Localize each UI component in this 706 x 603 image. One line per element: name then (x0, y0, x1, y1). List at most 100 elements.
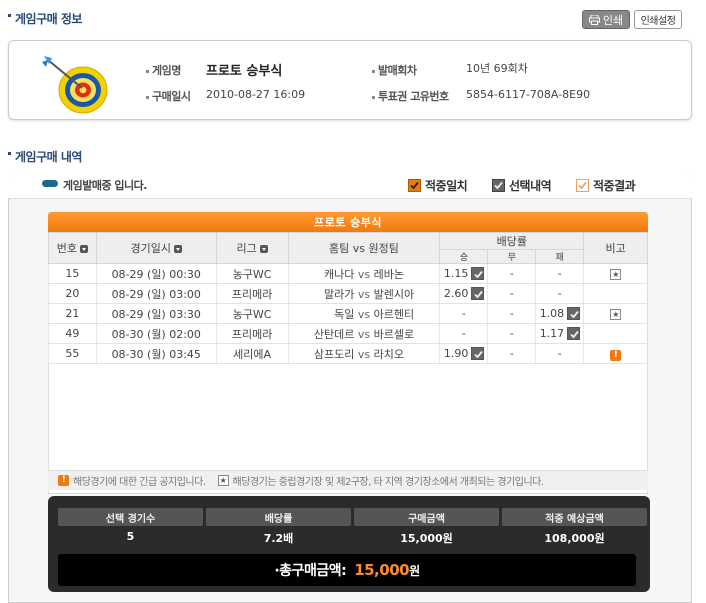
row-datetime: 08-30 (월) 03:45 (95, 343, 217, 364)
row-datetime: 08-29 (일) 03:00 (95, 283, 217, 304)
odds-label: 배당률 (206, 508, 351, 526)
purchase-amount-label: 구매금액 (354, 508, 499, 526)
col-datetime[interactable]: 경기일시 (95, 232, 217, 264)
game-name-label: 게임명 (146, 62, 181, 78)
row-no: 55 (48, 343, 97, 364)
table-row: 55 08-30 (월) 03:45 세리에A 삼프도리 vs 라치오 1.90- -! (48, 343, 648, 364)
title-bullet (8, 14, 11, 17)
notice-bar: ! 해당경기에 대한 긴급 공지입니다. ★ 해당경기는 중립경기장 및 제2구… (48, 470, 648, 490)
hit-result-checkbox-icon (576, 179, 589, 192)
target-icon (42, 56, 108, 114)
odds-win: - (439, 303, 488, 324)
printer-icon (588, 14, 600, 25)
col-draw: 무 (487, 249, 537, 264)
odds-draw: - (487, 263, 536, 284)
odds-draw: - (487, 303, 536, 324)
row-datetime: 08-29 (일) 03:30 (95, 303, 217, 324)
odds-lose: - (535, 263, 584, 284)
odds-draw: - (487, 283, 536, 304)
print-label: 인쇄 (602, 13, 624, 27)
row-league: 세리에A (215, 343, 289, 364)
round-label: 발매회차 (372, 62, 417, 78)
notice-star-text: 해당경기는 중립경기장 및 제2구장, 타 지역 경기장소에서 개최되는 경기입… (232, 477, 545, 488)
col-match: 홈팀 vs 원정팀 (287, 232, 441, 264)
ticket-id-label: 투표권 고유번호 (372, 88, 449, 104)
purchase-date: 2010-08-27 16:09 (206, 88, 306, 101)
selected-count: 5 (126, 530, 135, 543)
game-name: 프로토 승부식 (206, 64, 283, 79)
row-match: 삼프도리 vs 라치오 (287, 343, 440, 364)
selected-check-icon (567, 327, 581, 340)
status-text: 게임발매중 입니다. (63, 179, 147, 192)
purchase-list-title: 게임구매 내역 (8, 148, 82, 165)
total-unit: 원 (409, 564, 420, 578)
row-note: ! (583, 343, 648, 364)
col-league[interactable]: 리그 (215, 232, 289, 264)
total-amount: 15,000 (354, 561, 410, 579)
purchase-date-label: 구매일시 (146, 88, 191, 104)
odds-lose: - (535, 343, 584, 364)
row-datetime: 08-30 (월) 02:00 (95, 323, 217, 344)
match-table: 번호 경기일시 리그 홈팀 vs 원정팀 배당률 비고 승 무 패 15 08-2… (48, 232, 648, 364)
table-title: 프로토 승부식 (48, 212, 648, 232)
print-button[interactable]: 인쇄 (582, 10, 630, 29)
row-no: 15 (48, 263, 97, 284)
col-odds: 배당률 (439, 232, 585, 250)
row-league: 프리메라 (215, 323, 289, 344)
warning-icon[interactable]: ! (610, 349, 622, 361)
row-note: ★ (583, 303, 648, 324)
col-win: 승 (439, 249, 489, 264)
row-no: 49 (48, 323, 97, 344)
purchase-amount: 15,000원 (400, 532, 453, 545)
legend-selection: 선택내역 (492, 177, 552, 194)
round-value: 10년 69회차 (466, 62, 528, 75)
row-note (583, 283, 648, 304)
print-settings-button[interactable]: 인쇄설정 (634, 10, 682, 29)
selected-check-icon (471, 347, 485, 360)
star-icon: ★ (610, 269, 622, 280)
odds-win: 1.15 (439, 263, 488, 284)
selected-check-icon (567, 307, 581, 320)
title-bullet (8, 152, 11, 155)
row-no: 21 (48, 303, 97, 324)
col-no[interactable]: 번호 (48, 232, 97, 264)
table-row: 15 08-29 (일) 00:30 농구WC 캐나다 vs 레바논 1.15- - ★ (48, 263, 648, 284)
row-match: 말라가 vs 발렌시아 (287, 283, 440, 304)
table-row: 49 08-30 (월) 02:00 프리메라 산탄데르 vs 바르셀로 - -1.17 (48, 323, 648, 344)
status-indicator-icon (42, 180, 58, 187)
ticket-id: 5854-6117-708A-8E90 (466, 88, 591, 101)
sort-icon[interactable] (173, 245, 182, 253)
legend-hit-match: 적중일치 (408, 177, 468, 194)
selected-count-label: 선택 경기수 (58, 508, 203, 526)
odds-lose: 1.08 (535, 303, 584, 324)
expected-amount-label: 적중 예상금액 (502, 508, 647, 526)
selection-checkbox-icon (492, 179, 505, 192)
table-row: 21 08-29 (일) 03:30 농구WC 독일 vs 아르헨티 - -1.08 ★ (48, 303, 648, 324)
sort-icon[interactable] (259, 245, 268, 253)
row-note: ★ (583, 263, 648, 284)
col-note: 비고 (583, 232, 648, 264)
row-no: 20 (48, 283, 97, 304)
odds-lose: - (535, 283, 584, 304)
star-icon: ★ (610, 309, 622, 320)
hit-match-checkbox-icon (408, 179, 421, 192)
selected-check-icon (471, 287, 485, 300)
total-purchase: ·총구매금액: 15,000원 (58, 554, 636, 586)
odds-win: 1.90 (439, 343, 488, 364)
selected-check-icon (471, 267, 485, 280)
row-match: 캐나다 vs 레바논 (287, 263, 440, 284)
odds-win: 2.60 (439, 283, 488, 304)
legend-hit-result: 적중결과 (576, 177, 636, 194)
row-league: 프리메라 (215, 283, 289, 304)
odds-win: - (439, 323, 488, 344)
row-note (583, 323, 648, 344)
warning-icon: ! (58, 475, 69, 486)
expected-amount: 108,000원 (544, 532, 605, 545)
sort-icon[interactable] (80, 245, 89, 253)
odds-draw: - (487, 343, 536, 364)
table-row: 20 08-29 (일) 03:00 프리메라 말라가 vs 발렌시아 2.60- - (48, 283, 648, 304)
odds-lose: 1.17 (535, 323, 584, 344)
row-league: 농구WC (215, 303, 289, 324)
row-datetime: 08-29 (일) 00:30 (95, 263, 217, 284)
star-icon: ★ (217, 475, 229, 486)
